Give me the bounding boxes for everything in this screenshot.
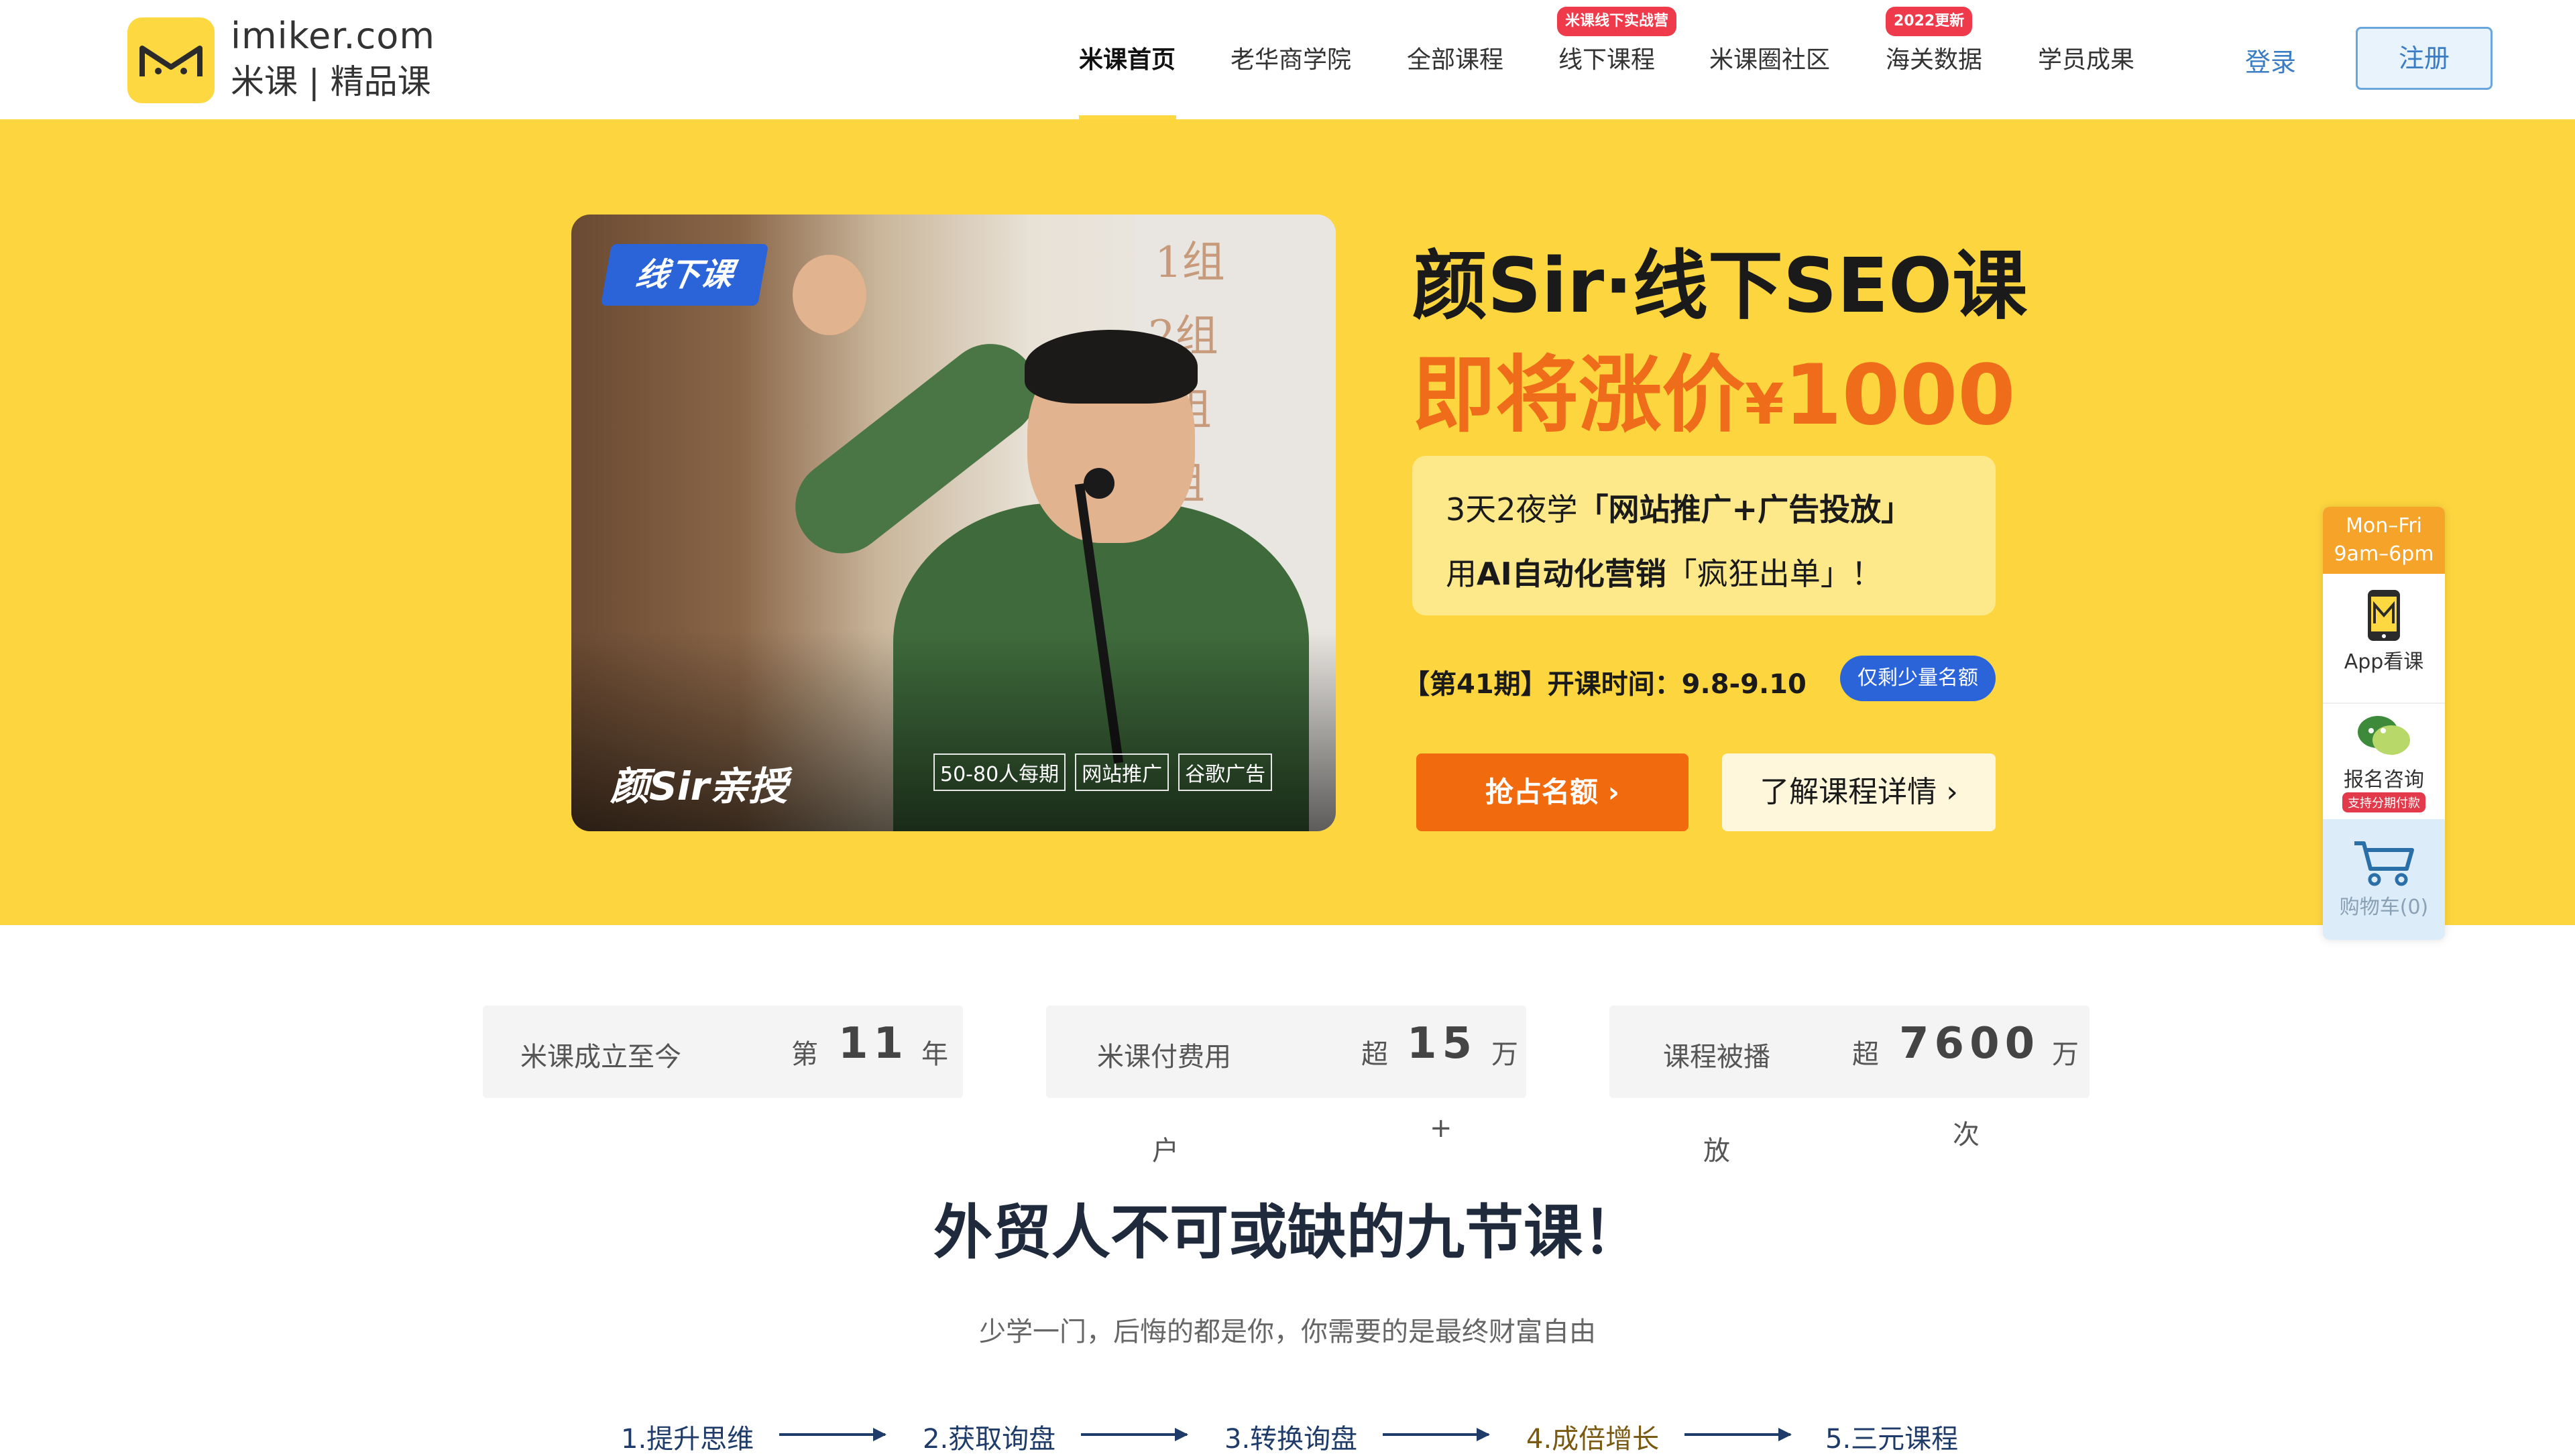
teacher-caption: 颜Sir亲授: [610, 764, 788, 809]
service-days: Mon–Fri: [2346, 514, 2422, 538]
highlight-text: 3天2夜学: [1446, 491, 1578, 528]
step-item[interactable]: 3.转换询盘: [1224, 1417, 1357, 1456]
app-watch-button[interactable]: App看课: [2323, 589, 2445, 674]
photo-tag: 网站推广: [1075, 753, 1169, 791]
stat-label: 米课付费用: [1097, 1042, 1231, 1073]
teacher-hair: [1025, 330, 1198, 404]
limited-seats-badge: 仅剩少量名额: [1840, 656, 1996, 701]
photo-tag: 50-80人每期: [933, 753, 1066, 791]
app-watch-label: App看课: [2344, 650, 2424, 674]
highlight-line-1: 3天2夜学「网站推广+广告投放」: [1446, 485, 1912, 530]
stat-wrap-text: +: [1430, 1113, 1452, 1144]
stat-wrap-text: 放: [1703, 1136, 1730, 1166]
stat-number: 7600: [1899, 1019, 2041, 1069]
hero-banner: 1组 2组 3组 4组 5组 6组 线下课 颜Sir亲授 50-80人每期网站推…: [0, 119, 2575, 925]
installment-badge: 支持分期付款: [2342, 792, 2425, 812]
mobile-app-icon: [2368, 590, 2400, 641]
nav-item-customs-data[interactable]: 海关数据: [1886, 40, 1982, 75]
price-prefix: 即将涨价: [1412, 347, 1746, 444]
stat-label: 课程被播: [1663, 1042, 1770, 1073]
section-subtitle: 少学一门，后悔的都是你，你需要的是最终财富自由: [979, 1317, 1596, 1347]
arrow-right-icon: [1081, 1428, 1188, 1441]
nav-item-community[interactable]: 米课圈社区: [1709, 40, 1830, 75]
stat-prefix: 超: [1361, 1039, 1388, 1070]
highlight-text: 用: [1446, 556, 1477, 592]
arrow-right-icon: [779, 1428, 886, 1441]
cart-label: 购物车(0): [2339, 896, 2429, 919]
consult-label: 报名咨询: [2344, 768, 2424, 792]
brand-domain[interactable]: imiker.com: [231, 15, 435, 57]
highlight-line-2: 用AI自动化营销「疯狂出单」！: [1446, 550, 1882, 594]
highlight-bold: 「网站推广+广告投放」: [1577, 491, 1912, 528]
consult-button[interactable]: 报名咨询 支持分期付款: [2323, 703, 2445, 812]
service-time: 9am–6pm: [2334, 542, 2434, 566]
price-value: 1000: [1784, 347, 2016, 444]
teacher-hand: [793, 255, 866, 335]
stat-number: 11: [838, 1019, 909, 1069]
offline-course-tag: 线下课: [600, 244, 769, 306]
chevron-right-icon: ›: [1946, 775, 1958, 809]
brand-name[interactable]: 米课 | 精品课: [231, 55, 431, 103]
nav-item-all-courses[interactable]: 全部课程: [1407, 40, 1503, 75]
course-highlights: 3天2夜学「网站推广+广告投放」 用AI自动化营销「疯狂出单」！: [1412, 456, 1996, 615]
grab-seat-button[interactable]: 抢占名额 ›: [1416, 753, 1689, 831]
stat-card-plays: 课程被播 超 7600 万: [1609, 1006, 2090, 1098]
nav-item-student-results[interactable]: 学员成果: [2038, 40, 2134, 75]
board-text: 1组: [1155, 238, 1225, 288]
nav-badge-offline: 米课线下实战营: [1557, 7, 1677, 36]
stat-prefix: 超: [1852, 1039, 1879, 1070]
photo-tags: 50-80人每期 网站推广 谷歌广告: [933, 753, 1281, 791]
login-link[interactable]: 登录: [2245, 42, 2296, 78]
course-photo[interactable]: 1组 2组 3组 4组 5组 6组 线下课 颜Sir亲授 50-80人每期网站推…: [571, 215, 1336, 831]
stat-card-years: 米课成立至今 第 11 年: [483, 1006, 963, 1098]
stat-card-paid-users: 米课付费用 超 15 万: [1046, 1006, 1526, 1098]
stat-unit: 年: [921, 1039, 948, 1070]
highlight-bold: AI自动化营销: [1477, 556, 1666, 592]
stat-unit: 万: [2052, 1039, 2079, 1070]
register-button[interactable]: 注册: [2356, 27, 2493, 90]
photo-tag: 谷歌广告: [1178, 753, 1273, 791]
arrow-right-icon: [1684, 1428, 1792, 1441]
price-notice: 即将涨价¥1000: [1412, 327, 2016, 448]
nav-badge-customs: 2022更新: [1886, 7, 1973, 36]
service-hours: Mon–Fri 9am–6pm: [2323, 507, 2445, 574]
stat-wrap-text: 户: [1152, 1136, 1179, 1166]
nav-item-offline-courses[interactable]: 线下课程: [1558, 40, 1655, 75]
step-item[interactable]: 4.成倍增长: [1526, 1417, 1659, 1456]
stat-unit: 万: [1491, 1039, 1518, 1070]
session-info: 【第41期】开课时间：9.8-9.10: [1403, 669, 1807, 700]
top-header: imiker.com 米课 | 精品课 米课首页 老华商学院 全部课程 米课线下…: [0, 0, 2575, 119]
microphone-head: [1084, 468, 1114, 499]
chevron-right-icon: ›: [1607, 776, 1619, 808]
stat-wrap-text: 次: [1953, 1119, 1980, 1150]
cart-button[interactable]: 购物车(0): [2323, 819, 2445, 940]
nav-item-laohua-academy[interactable]: 老华商学院: [1231, 40, 1351, 75]
side-float-panel: Mon–Fri 9am–6pm App看课 报名咨询 支持分期付款 购物车(0): [2323, 507, 2445, 940]
chat-bubble-icon: [2358, 716, 2410, 755]
step-item[interactable]: 1.提升思维: [621, 1417, 754, 1456]
nav-item-home[interactable]: 米课首页: [1079, 40, 1176, 75]
step-item[interactable]: 5.三元课程: [1825, 1417, 1958, 1456]
highlight-text: 「疯狂出单」！: [1666, 556, 1882, 592]
imiker-logo-icon[interactable]: [127, 17, 215, 103]
stat-prefix: 第: [791, 1039, 818, 1070]
price-symbol: ¥: [1745, 371, 1784, 437]
step-item[interactable]: 2.获取询盘: [923, 1417, 1055, 1456]
arrow-right-icon: [1383, 1428, 1490, 1441]
course-detail-button[interactable]: 了解课程详情 ›: [1722, 753, 1996, 831]
course-detail-label: 了解课程详情: [1760, 775, 1937, 809]
course-title: 颜Sir·线下SEO课: [1412, 243, 2028, 330]
grab-seat-label: 抢占名额: [1485, 776, 1599, 808]
section-title: 外贸人不可或缺的九节课！: [933, 1198, 1642, 1267]
shopping-cart-icon: [2354, 841, 2414, 886]
stat-number: 15: [1407, 1019, 1478, 1069]
stat-label: 米课成立至今: [520, 1042, 681, 1073]
